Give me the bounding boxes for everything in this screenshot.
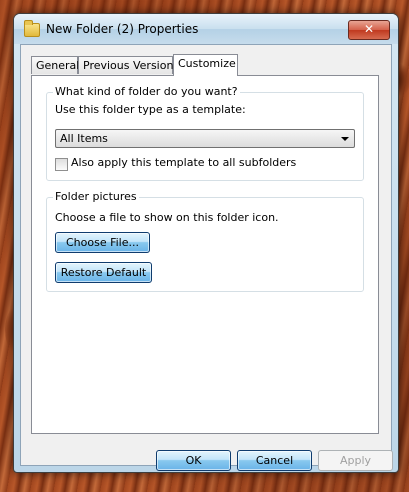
template-selected-value: All Items — [60, 132, 108, 145]
apply-subfolders-label[interactable]: Also apply this template to all subfolde… — [71, 156, 296, 169]
group-legend: Folder pictures — [53, 190, 139, 203]
window-title: New Folder (2) Properties — [46, 22, 199, 36]
tab-general[interactable]: General — [31, 56, 79, 74]
customize-panel: What kind of folder do you want? Use thi… — [31, 75, 379, 434]
pictures-prompt: Choose a file to show on this folder ico… — [55, 211, 279, 224]
folder-icon — [24, 20, 40, 37]
apply-button[interactable]: Apply — [318, 450, 393, 471]
restore-default-button[interactable]: Restore Default — [55, 262, 152, 283]
template-prompt: Use this folder type as a template: — [55, 103, 246, 116]
folder-pictures-group: Folder pictures Choose a file to show on… — [46, 190, 364, 292]
close-button[interactable]: ✕ — [348, 20, 390, 40]
ok-button[interactable]: OK — [156, 450, 231, 471]
title-bar[interactable]: New Folder (2) Properties ✕ — [14, 14, 398, 44]
chevron-down-icon[interactable] — [341, 137, 349, 141]
apply-subfolders-checkbox[interactable] — [55, 158, 68, 171]
properties-window: New Folder (2) Properties ✕ General Prev… — [13, 13, 399, 473]
group-legend: What kind of folder do you want? — [53, 85, 240, 98]
choose-file-button[interactable]: Choose File... — [55, 232, 150, 253]
cancel-button[interactable]: Cancel — [237, 450, 312, 471]
dialog-client: General Previous Versions Customize What… — [20, 44, 393, 471]
close-icon: ✕ — [363, 22, 375, 36]
template-select[interactable]: All Items — [55, 129, 355, 148]
tab-previous-versions[interactable]: Previous Versions — [78, 56, 179, 74]
folder-type-group: What kind of folder do you want? Use thi… — [46, 85, 364, 181]
tab-customize[interactable]: Customize — [173, 54, 238, 76]
